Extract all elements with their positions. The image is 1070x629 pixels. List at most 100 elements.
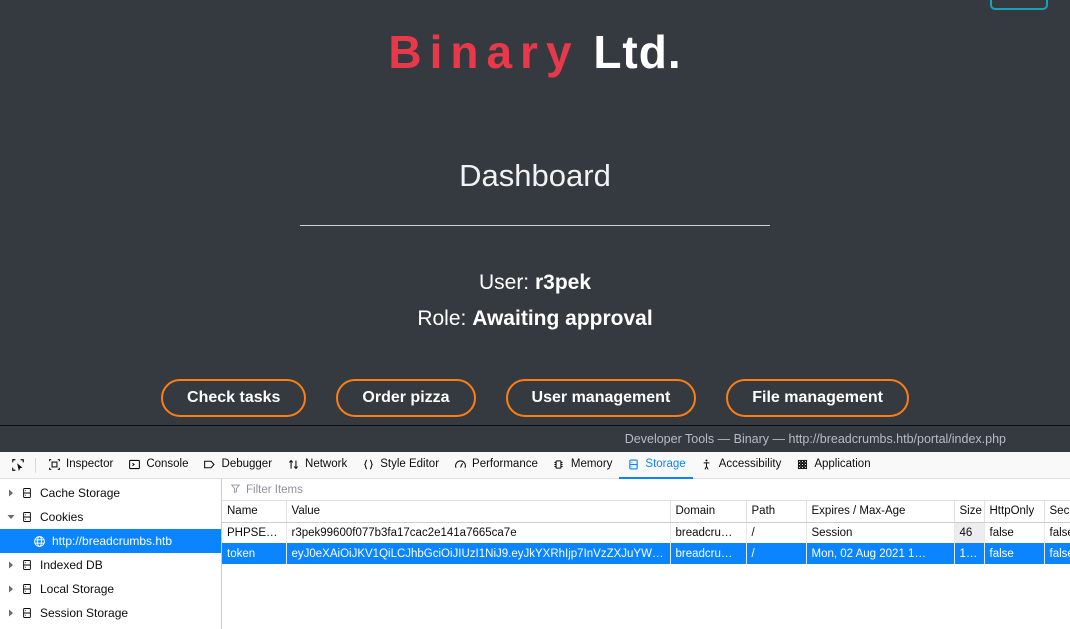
- tab-network-label: Network: [305, 458, 347, 470]
- sidebar-item-indexed-db-label: Indexed DB: [40, 558, 103, 572]
- toolbar-divider: [35, 458, 36, 473]
- cell-domain: breadcrumb…: [670, 522, 746, 543]
- sidebar-item-indexed-db[interactable]: Indexed DB: [0, 553, 221, 577]
- cookie-table: Name Value Domain Path Expires / Max-Age…: [222, 501, 1070, 564]
- tab-debugger-label: Debugger: [222, 458, 273, 470]
- user-value: r3pek: [535, 271, 591, 294]
- table-header-row: Name Value Domain Path Expires / Max-Age…: [222, 501, 1070, 522]
- tab-inspector[interactable]: Inspector: [40, 452, 120, 479]
- user-line: User: r3pek: [0, 226, 1070, 295]
- tab-accessibility[interactable]: Accessibility: [693, 452, 789, 479]
- sidebar-item-session-storage[interactable]: Session Storage: [0, 601, 221, 625]
- cookie-table-scroll[interactable]: Name Value Domain Path Expires / Max-Age…: [222, 501, 1070, 629]
- sidebar-item-breadcrumbs-host[interactable]: http://breadcrumbs.htb: [0, 529, 221, 553]
- application-icon: [795, 457, 809, 471]
- storage-main-panel: Name Value Domain Path Expires / Max-Age…: [222, 479, 1070, 629]
- table-row[interactable]: PHPSES… r3pek99600f077b3fa17cac2e141a766…: [222, 522, 1070, 543]
- column-header-path[interactable]: Path: [746, 501, 806, 522]
- console-icon: [127, 457, 141, 471]
- storage-db-icon: [18, 583, 36, 595]
- user-management-button[interactable]: User management: [506, 379, 697, 417]
- memory-icon: [552, 457, 566, 471]
- cell-size: 124: [954, 543, 984, 564]
- developer-tools-panel: Developer Tools — Binary — http://breadc…: [0, 425, 1070, 629]
- site-brand: Binary Ltd.: [0, 0, 1070, 82]
- storage-db-icon: [18, 559, 36, 571]
- cookie-table-head: Name Value Domain Path Expires / Max-Age…: [222, 501, 1070, 522]
- chevron-right-icon[interactable]: [4, 606, 18, 620]
- column-header-secure[interactable]: Secure: [1044, 501, 1070, 522]
- table-row[interactable]: token eyJ0eXAiOiJKV1QiLCJhbGciOiJIUzI1Ni…: [222, 543, 1070, 564]
- cell-path: /: [746, 522, 806, 543]
- cookie-table-body: PHPSES… r3pek99600f077b3fa17cac2e141a766…: [222, 522, 1070, 564]
- cell-domain: breadcrumb…: [670, 543, 746, 564]
- brand-accent-text: Binary: [388, 26, 579, 78]
- storage-icon: [626, 457, 640, 471]
- devtools-body: Cache Storage Cookies: [0, 479, 1070, 629]
- accessibility-icon: [700, 457, 714, 471]
- chevron-right-icon[interactable]: [4, 582, 18, 596]
- sidebar-item-session-storage-label: Session Storage: [40, 606, 128, 620]
- sidebar-item-cookies-label: Cookies: [40, 510, 83, 524]
- cell-httponly: false: [984, 522, 1044, 543]
- tab-storage-label: Storage: [645, 458, 685, 470]
- order-pizza-button[interactable]: Order pizza: [336, 379, 475, 417]
- tab-style-editor-label: Style Editor: [380, 458, 439, 470]
- sidebar-item-cookies[interactable]: Cookies: [0, 505, 221, 529]
- storage-db-icon: [18, 607, 36, 619]
- sidebar-item-cache-storage-label: Cache Storage: [40, 486, 120, 500]
- tab-application-label: Application: [814, 458, 870, 470]
- tab-console-label: Console: [146, 458, 188, 470]
- sidebar-item-local-storage[interactable]: Local Storage: [0, 577, 221, 601]
- inspector-icon: [47, 457, 61, 471]
- tab-performance[interactable]: Performance: [446, 452, 545, 479]
- tab-network[interactable]: Network: [279, 452, 354, 479]
- role-line: Role: Awaiting approval: [0, 295, 1070, 331]
- column-header-httponly[interactable]: HttpOnly: [984, 501, 1044, 522]
- devtools-toolbar: Inspector Console Debugger: [0, 452, 1070, 479]
- check-tasks-button[interactable]: Check tasks: [161, 379, 306, 417]
- tab-inspector-label: Inspector: [66, 458, 113, 470]
- tab-application[interactable]: Application: [788, 452, 877, 479]
- file-management-button[interactable]: File management: [726, 379, 909, 417]
- tab-debugger[interactable]: Debugger: [196, 452, 280, 479]
- tab-storage[interactable]: Storage: [619, 452, 692, 479]
- cell-value: r3pek99600f077b3fa17cac2e141a7665ca7e: [286, 522, 670, 543]
- filter-input[interactable]: [246, 484, 446, 496]
- role-value: Awaiting approval: [472, 307, 652, 330]
- tab-memory-label: Memory: [571, 458, 613, 470]
- page-title: Dashboard: [0, 82, 1070, 194]
- top-right-pill[interactable]: [990, 0, 1048, 10]
- sidebar-item-cache-storage[interactable]: Cache Storage: [0, 481, 221, 505]
- role-label: Role:: [417, 307, 472, 330]
- cell-secure: false: [1044, 543, 1070, 564]
- storage-db-icon: [18, 511, 36, 523]
- element-picker-icon[interactable]: [5, 454, 31, 476]
- tab-memory[interactable]: Memory: [545, 452, 620, 479]
- cell-name: token: [222, 543, 286, 564]
- sidebar-item-local-storage-label: Local Storage: [40, 582, 114, 596]
- cell-secure: false: [1044, 522, 1070, 543]
- tab-style-editor[interactable]: Style Editor: [354, 452, 446, 479]
- column-header-size[interactable]: Size: [954, 501, 984, 522]
- user-label: User:: [479, 271, 535, 294]
- filter-icon: [230, 481, 241, 499]
- column-header-expires[interactable]: Expires / Max-Age: [806, 501, 954, 522]
- chevron-right-icon[interactable]: [4, 486, 18, 500]
- tab-console[interactable]: Console: [120, 452, 195, 479]
- cell-expires: Mon, 02 Aug 2021 1…: [806, 543, 954, 564]
- cell-value: eyJ0eXAiOiJKV1QiLCJhbGciOiJIUzI1NiJ9.eyJ…: [286, 543, 670, 564]
- filter-bar: [222, 479, 1070, 501]
- brand-rest-text: Ltd.: [580, 26, 682, 78]
- column-header-name[interactable]: Name: [222, 501, 286, 522]
- cell-size: 46: [954, 522, 984, 543]
- devtools-title-text: Developer Tools — Binary — http://breadc…: [625, 432, 1006, 446]
- chevron-right-icon[interactable]: [4, 558, 18, 572]
- cell-path: /: [746, 543, 806, 564]
- column-header-value[interactable]: Value: [286, 501, 670, 522]
- chevron-down-icon[interactable]: [4, 510, 18, 524]
- column-header-domain[interactable]: Domain: [670, 501, 746, 522]
- style-editor-icon: [361, 457, 375, 471]
- web-page: Binary Ltd. Dashboard User: r3pek Role: …: [0, 0, 1070, 425]
- globe-icon: [30, 535, 48, 548]
